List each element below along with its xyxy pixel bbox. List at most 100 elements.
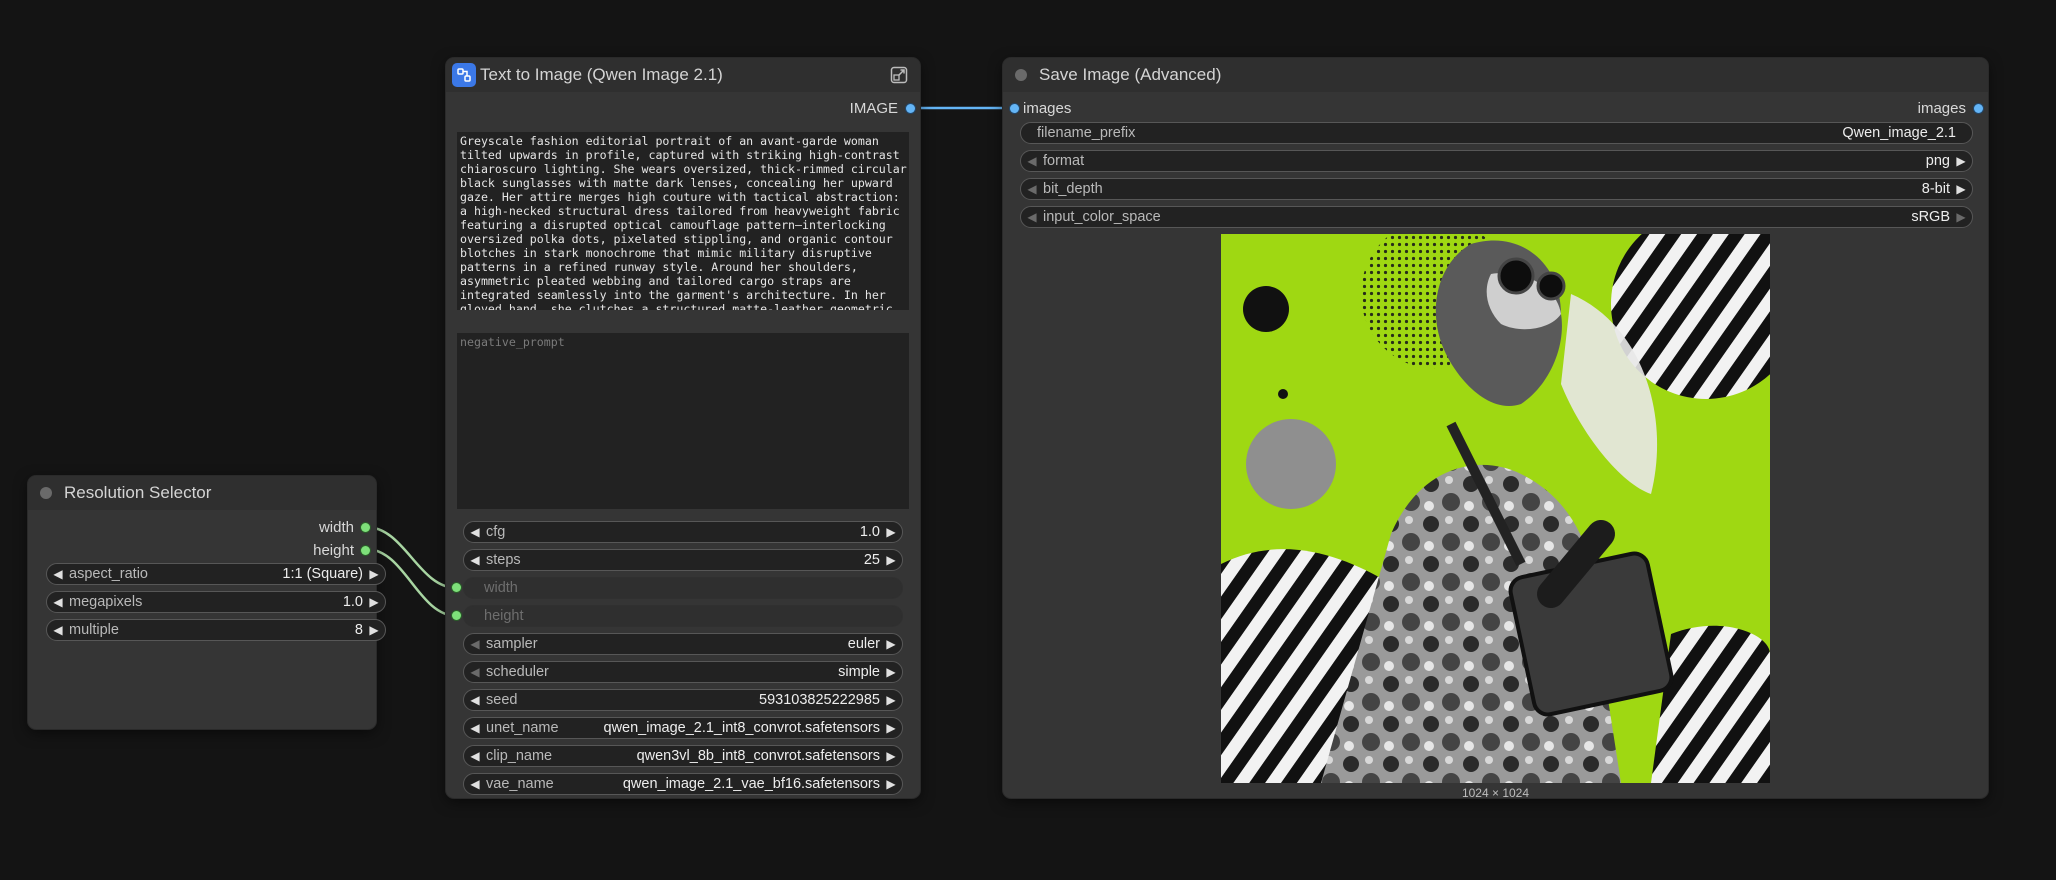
output-label: IMAGE	[849, 99, 898, 117]
decrement-arrow-icon[interactable]: ◀	[1021, 154, 1043, 168]
widget-label: input_color_space	[1043, 209, 1161, 225]
increment-arrow-icon[interactable]: ▶	[1950, 210, 1972, 224]
multiple-widget[interactable]: ◀ multiple 8 ▶	[46, 619, 386, 641]
decrement-arrow-icon[interactable]: ◀	[464, 721, 486, 735]
decrement-arrow-icon[interactable]: ◀	[47, 595, 69, 609]
widget-label: width	[484, 580, 518, 596]
output-height-socket-icon[interactable]	[361, 546, 370, 555]
input-images-socket-icon[interactable]	[1010, 104, 1019, 113]
increment-arrow-icon[interactable]: ▶	[1950, 182, 1972, 196]
widget-label: clip_name	[486, 748, 553, 764]
increment-arrow-icon[interactable]: ▶	[1950, 154, 1972, 168]
widget-label: unet_name	[486, 720, 559, 736]
height-input-widget[interactable]: height	[463, 605, 903, 627]
decrement-arrow-icon[interactable]: ◀	[47, 567, 69, 581]
sampler-widget[interactable]: ◀ sampler euler ▶	[463, 633, 903, 655]
aspect-ratio-widget[interactable]: ◀ aspect_ratio 1:1 (Square) ▶	[46, 563, 386, 585]
decrement-arrow-icon[interactable]: ◀	[1021, 210, 1043, 224]
steps-widget[interactable]: ◀ steps 25 ▶	[463, 549, 903, 571]
collapse-dot-icon[interactable]	[40, 487, 52, 499]
node-title: Text to Image (Qwen Image 2.1)	[480, 65, 723, 84]
bit-depth-widget[interactable]: ◀ bit_depth 8-bit ▶	[1020, 178, 1973, 200]
node-title: Resolution Selector	[64, 483, 212, 502]
decrement-arrow-icon[interactable]: ◀	[464, 525, 486, 539]
node-header[interactable]: Save Image (Advanced)	[1003, 58, 1988, 92]
increment-arrow-icon[interactable]: ▶	[880, 665, 902, 679]
widget-value: 593103825222985	[759, 692, 880, 708]
widget-label: bit_depth	[1043, 181, 1103, 197]
open-subgraph-icon[interactable]	[890, 66, 908, 84]
widget-label: seed	[486, 692, 518, 708]
output-images-socket-icon[interactable]	[1974, 104, 1983, 113]
decrement-arrow-icon[interactable]: ◀	[464, 693, 486, 707]
image-preview[interactable]	[1221, 234, 1770, 783]
input-images[interactable]: images	[1023, 97, 1071, 119]
cfg-widget[interactable]: ◀ cfg 1.0 ▶	[463, 521, 903, 543]
graph-canvas[interactable]: Resolution Selector width height ◀ aspec…	[0, 0, 2056, 880]
resolution-selector-node[interactable]: Resolution Selector width height ◀ aspec…	[28, 476, 386, 729]
decrement-arrow-icon[interactable]: ◀	[1021, 182, 1043, 196]
widget-label: aspect_ratio	[69, 566, 148, 582]
output-images[interactable]: images	[1918, 97, 1966, 119]
output-height[interactable]: height	[313, 539, 354, 561]
widget-value: png	[1925, 153, 1950, 169]
increment-arrow-icon[interactable]: ▶	[880, 777, 902, 791]
filename-prefix-widget[interactable]: filename_prefix Qwen_image_2.1	[1020, 122, 1973, 144]
scheduler-widget[interactable]: ◀ scheduler simple ▶	[463, 661, 903, 683]
output-image-socket-icon[interactable]	[906, 104, 915, 113]
format-widget[interactable]: ◀ format png ▶	[1020, 150, 1973, 172]
megapixels-widget[interactable]: ◀ megapixels 1.0 ▶	[46, 591, 386, 613]
widget-value: sRGB	[1911, 209, 1950, 225]
seed-widget[interactable]: ◀ seed 593103825222985 ▶	[463, 689, 903, 711]
increment-arrow-icon[interactable]: ▶	[880, 553, 902, 567]
image-size-caption: 1024 × 1024	[1461, 786, 1530, 800]
widget-value: qwen_image_2.1_vae_bf16.safetensors	[622, 776, 880, 792]
width-input-widget[interactable]: width	[463, 577, 903, 599]
decrement-arrow-icon[interactable]: ◀	[464, 749, 486, 763]
clip-name-widget[interactable]: ◀ clip_name qwen3vl_8b_int8_convrot.safe…	[463, 745, 903, 767]
input-label: images	[1023, 99, 1072, 117]
increment-arrow-icon[interactable]: ▶	[363, 623, 385, 637]
prompt-textarea[interactable]: Greyscale fashion editorial portrait of …	[457, 132, 909, 310]
widget-value: 1.0	[859, 524, 880, 540]
subgraph-icon	[452, 63, 476, 87]
decrement-arrow-icon[interactable]: ◀	[464, 665, 486, 679]
widget-value: qwen_image_2.1_int8_convrot.safetensors	[603, 720, 880, 736]
output-width[interactable]: width	[319, 516, 354, 538]
increment-arrow-icon[interactable]: ▶	[880, 525, 902, 539]
text-to-image-node[interactable]: Text to Image (Qwen Image 2.1) IMAGE Gre…	[446, 58, 920, 798]
decrement-arrow-icon[interactable]: ◀	[464, 553, 486, 567]
output-label: width	[318, 518, 354, 536]
increment-arrow-icon[interactable]: ▶	[880, 637, 902, 651]
save-image-node[interactable]: Save Image (Advanced) images images file…	[1003, 58, 1988, 800]
generated-image	[1221, 234, 1770, 783]
widget-label: megapixels	[69, 594, 143, 610]
vae-name-widget[interactable]: ◀ vae_name qwen_image_2.1_vae_bf16.safet…	[463, 773, 903, 795]
increment-arrow-icon[interactable]: ▶	[880, 693, 902, 707]
input-color-space-widget[interactable]: ◀ input_color_space sRGB ▶	[1020, 206, 1973, 228]
negative-prompt-textarea[interactable]: negative_prompt	[457, 333, 909, 509]
widget-label: vae_name	[486, 776, 554, 792]
output-label: height	[313, 541, 354, 559]
decrement-arrow-icon[interactable]: ◀	[464, 777, 486, 791]
increment-arrow-icon[interactable]: ▶	[363, 595, 385, 609]
increment-arrow-icon[interactable]: ▶	[880, 749, 902, 763]
widget-label: cfg	[486, 524, 506, 540]
widget-value: 8-bit	[1921, 181, 1950, 197]
input-width-socket-icon[interactable]	[452, 583, 461, 592]
widget-value: 1:1 (Square)	[282, 566, 363, 582]
collapse-dot-icon[interactable]	[1015, 69, 1027, 81]
widget-label: sampler	[486, 636, 538, 652]
increment-arrow-icon[interactable]: ▶	[363, 567, 385, 581]
decrement-arrow-icon[interactable]: ◀	[464, 637, 486, 651]
decrement-arrow-icon[interactable]: ◀	[47, 623, 69, 637]
output-image[interactable]: IMAGE	[850, 97, 898, 119]
output-width-socket-icon[interactable]	[361, 523, 370, 532]
unet-name-widget[interactable]: ◀ unet_name qwen_image_2.1_int8_convrot.…	[463, 717, 903, 739]
node-header[interactable]: Resolution Selector	[28, 476, 376, 510]
input-height-socket-icon[interactable]	[452, 611, 461, 620]
node-header[interactable]: Text to Image (Qwen Image 2.1)	[446, 58, 920, 92]
widget-value: 8	[354, 622, 363, 638]
widget-value: 1.0	[342, 594, 363, 610]
increment-arrow-icon[interactable]: ▶	[880, 721, 902, 735]
